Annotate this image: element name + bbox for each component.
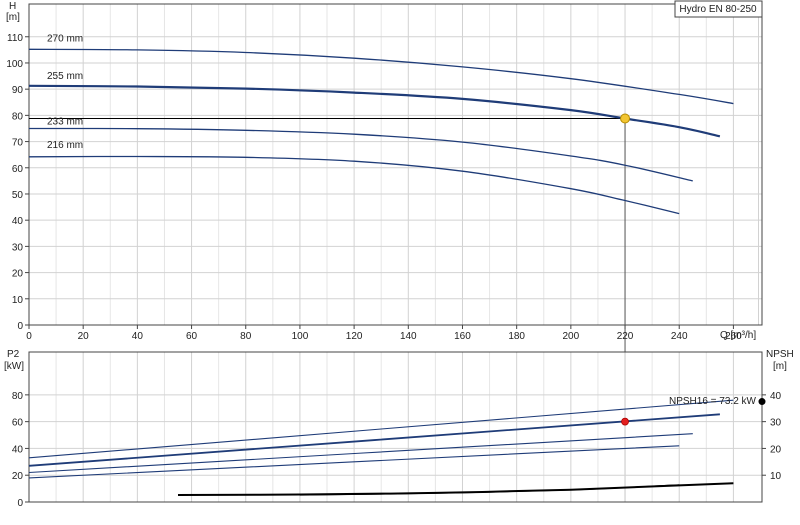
power-y-tick-label: 60 — [12, 418, 24, 429]
head-x-tick-label: 200 — [563, 331, 580, 342]
npsh-y-tick-label: 40 — [770, 391, 782, 402]
head-y-tick-label: 10 — [12, 295, 24, 306]
power-operating-point — [621, 417, 629, 426]
npsh-marker-dot — [758, 398, 766, 406]
head-x-tick-label: 20 — [78, 331, 90, 342]
head-x-tick-label: 100 — [292, 331, 309, 342]
head-y-tick-label: 100 — [6, 59, 23, 70]
head-y-tick-label: 50 — [12, 190, 24, 201]
head-chart-ticks: 0 20 40 60 80 100 120 140 160 180 200 220 240 2600102… — [6, 33, 742, 342]
head-x-tick-label: 160 — [454, 331, 471, 342]
head-x-tick-label: 0 — [26, 331, 32, 342]
pump-curve-figure: 270 mm 255 mm 233 mm 216 mm 0 20 40 60 80 100 120… — [0, 0, 800, 520]
head-x-tick-label: 240 — [671, 331, 688, 342]
flow-axis-label: Q [m³/h] — [720, 330, 756, 341]
head-curve-label: 270 mm — [47, 33, 83, 44]
power-curves — [28, 398, 766, 496]
head-x-tick-label: 120 — [346, 331, 363, 342]
power-y-tick-label: 40 — [12, 444, 24, 455]
npsh-annotation: NPSH16 = 73.2 kW — [669, 396, 757, 407]
power-y-tick-label: 0 — [17, 498, 23, 509]
power-axis-label-p2: P2 — [7, 349, 20, 360]
head-curve-label: 216 mm — [47, 140, 83, 151]
power-y-tick-label: 20 — [12, 471, 24, 482]
pump-curve-svg: 270 mm255 mm233 mm216 mm 0 20 40 60 80 100 120… — [4, 0, 794, 509]
head-curve-label: 233 mm — [47, 116, 83, 127]
head-y-tick-label: 60 — [12, 164, 24, 175]
power-chart-grid — [28, 352, 762, 503]
power-y-tick-label: 80 — [12, 391, 24, 402]
head-x-tick-label: 60 — [186, 331, 198, 342]
npsh-y-tick-label: 10 — [770, 471, 782, 482]
head-y-tick-label: 20 — [12, 269, 24, 280]
head-x-tick-label: 220 — [617, 331, 634, 342]
pump-model-label: Hydro EN 80-250 — [679, 4, 757, 15]
npsh-axis-label-unit: [m] — [773, 361, 787, 372]
head-x-tick-label: 140 — [400, 331, 417, 342]
head-curve-3 — [28, 127, 693, 182]
head-y-tick-label: 30 — [12, 242, 24, 253]
operating-point-marker — [620, 113, 631, 124]
head-y-tick-label: 90 — [12, 85, 24, 96]
head-y-tick-label: 80 — [12, 111, 24, 122]
head-x-tick-label: 80 — [240, 331, 252, 342]
head-axis-label-unit: [m] — [6, 12, 20, 23]
head-x-tick-label: 40 — [132, 331, 144, 342]
npsh-y-tick-label: 20 — [770, 444, 782, 455]
power-curve-3 — [28, 433, 693, 474]
head-axis-label-h: H — [9, 1, 16, 12]
head-curve-label: 255 mm — [47, 71, 83, 82]
head-y-tick-label: 110 — [7, 33, 23, 44]
head-y-tick-label: 70 — [12, 138, 24, 149]
power-axis-label-unit: [kW] — [4, 361, 24, 372]
npsh-y-tick-label: 30 — [770, 418, 782, 429]
head-y-tick-label: 40 — [12, 216, 24, 227]
head-y-tick-label: 0 — [17, 321, 23, 332]
head-x-tick-label: 180 — [508, 331, 525, 342]
npsh-axis-label: NPSH — [766, 349, 794, 360]
